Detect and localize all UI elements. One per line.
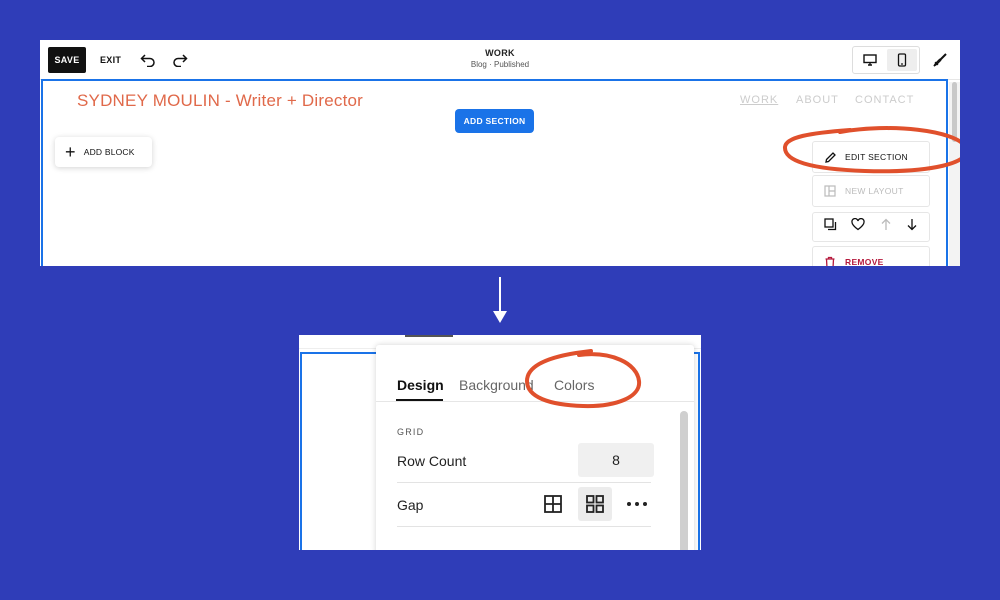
remove-label: REMOVE <box>845 257 884 266</box>
arrow-down-icon[interactable] <box>906 218 918 236</box>
section-action-icons <box>812 212 930 242</box>
editor-screenshot-top: SAVE EXIT WORK Blog · Published SYDNEY M… <box>40 40 960 266</box>
grid-spaced-icon[interactable] <box>578 487 612 521</box>
more-dots-icon[interactable] <box>620 487 654 521</box>
add-block-label: ADD BLOCK <box>83 147 135 157</box>
page-status: Blog · Published <box>470 60 530 69</box>
row-divider <box>397 482 651 483</box>
editor-toolbar: SAVE EXIT WORK Blog · Published <box>40 40 960 80</box>
page-title[interactable]: WORK <box>40 48 960 58</box>
gap-label: Gap <box>397 497 424 513</box>
down-arrow-icon <box>493 277 507 323</box>
paintbrush-icon[interactable] <box>930 50 950 70</box>
row-divider <box>397 526 651 527</box>
toolbar-edge <box>405 335 453 337</box>
arrow-up-icon[interactable] <box>880 218 892 236</box>
site-title[interactable]: SYDNEY MOULIN - Writer + Director <box>77 91 363 111</box>
panel-scrollbar[interactable] <box>680 411 688 550</box>
annotation-circle-colors <box>524 349 642 409</box>
annotation-circle-edit-section <box>783 126 960 174</box>
new-layout-button[interactable]: NEW LAYOUT <box>812 175 930 207</box>
plus-icon: + <box>65 142 76 162</box>
desktop-icon[interactable] <box>855 49 885 71</box>
tab-design[interactable]: Design <box>397 377 444 393</box>
remove-button[interactable]: REMOVE <box>812 246 930 266</box>
row-count-label: Row Count <box>397 453 467 469</box>
nav-link-contact[interactable]: CONTACT <box>855 94 914 106</box>
add-section-button[interactable]: ADD SECTION <box>455 109 534 133</box>
trash-icon <box>823 255 837 266</box>
layout-icon <box>823 184 837 198</box>
add-block-button[interactable]: + ADD BLOCK <box>55 137 152 167</box>
nav-link-about[interactable]: ABOUT <box>796 94 839 106</box>
nav-link-work[interactable]: WORK <box>740 94 778 106</box>
new-layout-label: NEW LAYOUT <box>845 186 904 196</box>
heart-icon[interactable] <box>851 217 866 236</box>
grid-heading: GRID <box>397 427 425 437</box>
row-count-input[interactable]: 8 <box>578 443 654 477</box>
mobile-icon[interactable] <box>887 49 917 71</box>
device-toggle <box>852 46 920 74</box>
editor-screenshot-bottom: Design Background Colors GRID Row Count … <box>299 335 701 550</box>
grid-gap-icon[interactable] <box>536 487 570 521</box>
duplicate-icon[interactable] <box>824 218 837 236</box>
